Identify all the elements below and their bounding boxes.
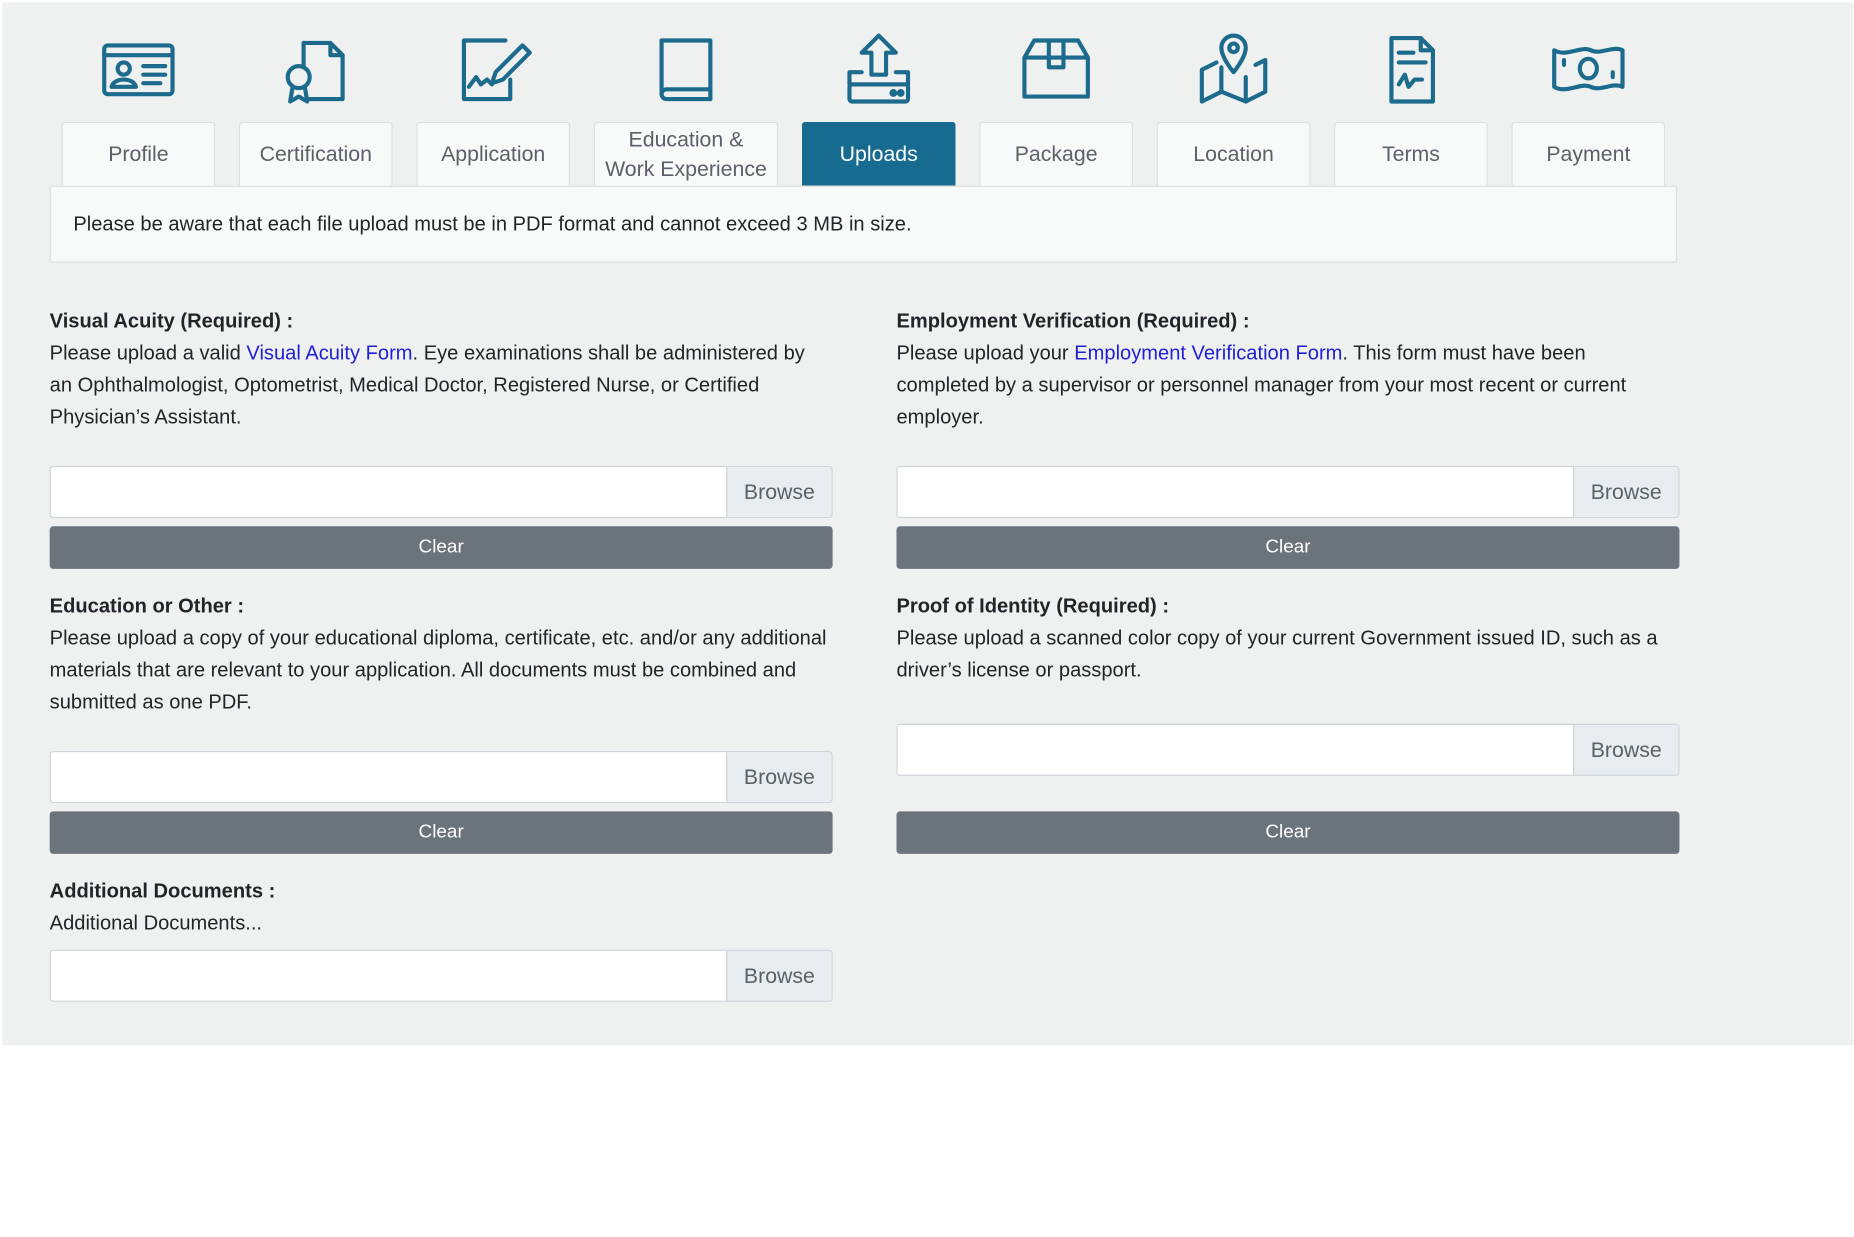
education-other-file-group: Browse: [49, 751, 833, 804]
tab-application[interactable]: Application: [416, 121, 571, 186]
additional-documents-file-group: Browse: [49, 949, 833, 1002]
visual-acuity-clear-button[interactable]: Clear: [49, 526, 833, 569]
tab-label: Terms: [1381, 141, 1440, 166]
additional-documents-file-input[interactable]: [50, 950, 727, 1001]
education-other-file-input[interactable]: [50, 752, 727, 802]
proof-of-identity-title: Proof of Identity (Required) :: [896, 594, 1170, 618]
education-other-section: Education or Other : Please upload a cop…: [50, 590, 833, 718]
uploads-panel: Profile Certification Application Educat…: [2, 2, 1854, 1046]
tab-education-work-experience[interactable]: Education & Work Experience: [593, 121, 779, 186]
additional-documents-description: Additional Documents...: [49, 911, 263, 935]
tab-label: Location: [1193, 141, 1274, 166]
visual-acuity-file-input[interactable]: [50, 467, 727, 517]
proof-of-identity-clear-button[interactable]: Clear: [896, 811, 1680, 854]
employment-verification-description: Please upload your Employment Verificati…: [896, 341, 1627, 429]
page: Profile Certification Application Educat…: [0, 0, 1854, 1237]
tab-package[interactable]: Package: [979, 121, 1134, 186]
tab-label: Education & Work Experience: [605, 127, 767, 181]
tab-label: Certification: [259, 141, 372, 166]
proof-of-identity-section: Proof of Identity (Required) : Please up…: [896, 590, 1679, 686]
employment-verification-file-group: Browse: [896, 465, 1680, 519]
employment-verification-section: Employment Verification (Required) : Ple…: [896, 305, 1679, 433]
tab-location[interactable]: Location: [1156, 121, 1311, 186]
tab-payment[interactable]: Payment: [1511, 121, 1666, 186]
upload-icon: [831, 28, 926, 111]
employment-verification-clear-button[interactable]: Clear: [896, 526, 1680, 569]
signed-document-icon: [446, 28, 541, 111]
notice-text: Please be aware that each file upload mu…: [73, 212, 912, 235]
tab-label: Payment: [1546, 141, 1631, 166]
visual-acuity-form-link[interactable]: Visual Acuity Form: [246, 342, 412, 364]
visual-acuity-section: Visual Acuity (Required) : Please upload…: [50, 305, 833, 433]
upload-notice: Please be aware that each file upload mu…: [49, 185, 1678, 263]
additional-documents-browse-button[interactable]: Browse: [726, 950, 832, 1001]
tab-terms[interactable]: Terms: [1334, 121, 1488, 186]
proof-of-identity-file-input[interactable]: [897, 724, 1573, 775]
proof-of-identity-browse-button[interactable]: Browse: [1572, 724, 1679, 775]
tab-certification[interactable]: Certification: [238, 121, 393, 186]
tab-label: Package: [1014, 141, 1098, 166]
tab-label: Application: [441, 141, 546, 166]
proof-of-identity-description: Please upload a scanned color copy of yo…: [896, 626, 1658, 682]
education-other-clear-button[interactable]: Clear: [49, 811, 833, 854]
tab-label: Uploads: [839, 141, 918, 166]
employment-verification-file-input[interactable]: [897, 467, 1573, 517]
additional-documents-title: Additional Documents :: [49, 879, 276, 903]
education-other-browse-button[interactable]: Browse: [726, 752, 832, 802]
additional-documents-section: Additional Documents : Additional Docume…: [50, 875, 833, 939]
tab-label: Profile: [108, 141, 169, 166]
education-other-title: Education or Other :: [49, 594, 245, 618]
employment-verification-form-link[interactable]: Employment Verification Form: [1074, 342, 1342, 364]
visual-acuity-browse-button[interactable]: Browse: [726, 467, 832, 517]
certificate-icon: [268, 28, 363, 111]
employment-verification-browse-button[interactable]: Browse: [1572, 467, 1679, 517]
visual-acuity-description: Please upload a valid Visual Acuity Form…: [49, 341, 805, 429]
tab-profile[interactable]: Profile: [61, 121, 216, 186]
map-location-icon: [1186, 28, 1281, 111]
visual-acuity-file-group: Browse: [49, 465, 833, 519]
book-icon: [639, 28, 734, 111]
education-other-description: Please upload a copy of your educational…: [49, 626, 827, 714]
proof-of-identity-file-group: Browse: [896, 723, 1680, 776]
tab-uploads[interactable]: Uploads: [801, 121, 956, 186]
visual-acuity-title: Visual Acuity (Required) :: [49, 309, 294, 333]
id-card-icon: [91, 28, 186, 111]
package-icon: [1009, 28, 1104, 111]
money-icon: [1541, 28, 1636, 111]
terms-document-icon: [1364, 28, 1459, 111]
employment-verification-title: Employment Verification (Required) :: [896, 309, 1250, 333]
